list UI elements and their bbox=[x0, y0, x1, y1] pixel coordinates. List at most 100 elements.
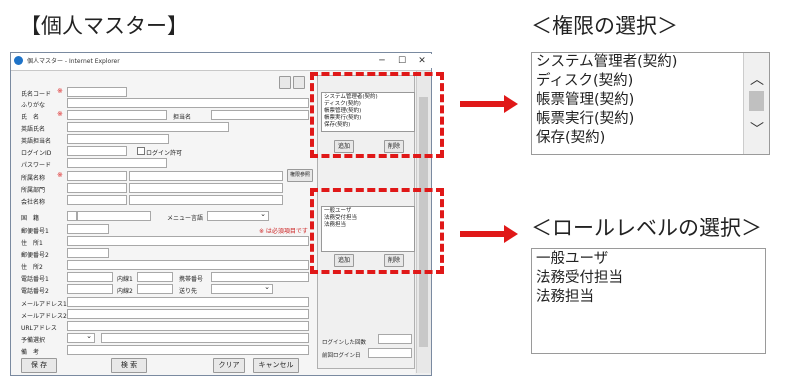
menu-language-select[interactable]: ⌄ bbox=[207, 210, 269, 221]
url-input[interactable] bbox=[67, 321, 309, 331]
clear-button[interactable]: クリア bbox=[213, 358, 245, 373]
mobile-input[interactable] bbox=[211, 272, 309, 282]
company-name-label: 会社名称 bbox=[21, 199, 46, 206]
address2-input[interactable] bbox=[67, 260, 309, 270]
send-to-select[interactable]: ⌄ bbox=[211, 283, 273, 294]
phone2-input[interactable] bbox=[67, 284, 113, 294]
role-items: 一般ユーザ 法務受付担当 法務担当 bbox=[536, 250, 756, 307]
ext1-input[interactable] bbox=[137, 272, 173, 282]
postal1-label: 郵便番号1 bbox=[21, 228, 49, 235]
english-contact-input[interactable] bbox=[67, 134, 169, 144]
email2-input[interactable] bbox=[67, 309, 309, 319]
phone2-label: 電話番号2 bbox=[21, 288, 49, 295]
chevron-down-icon: ⌄ bbox=[260, 210, 266, 218]
contact-name-input[interactable] bbox=[211, 110, 309, 120]
permission-item[interactable]: システム管理者(契約) bbox=[536, 53, 741, 72]
role-highlight-box bbox=[310, 188, 444, 274]
permission-item[interactable]: 帳票実行(契約) bbox=[536, 110, 741, 129]
email1-label: メールアドレス1 bbox=[21, 301, 67, 308]
phone1-label: 電話番号1 bbox=[21, 276, 49, 283]
company-code-input[interactable] bbox=[67, 195, 127, 205]
english-contact-label: 英語担当名 bbox=[21, 138, 52, 145]
english-name-input[interactable] bbox=[67, 122, 229, 132]
name-code-label: 氏名コード bbox=[21, 91, 52, 98]
role-item[interactable]: 法務担当 bbox=[536, 288, 756, 307]
permission-highlight-box bbox=[310, 72, 444, 158]
remarks-input[interactable] bbox=[67, 345, 309, 355]
save-button[interactable]: 保 存 bbox=[21, 358, 57, 373]
password-input[interactable] bbox=[67, 158, 167, 168]
name-code-input[interactable] bbox=[67, 87, 127, 97]
country-label: 国 籍 bbox=[21, 215, 40, 222]
required-mark: ※ bbox=[57, 171, 63, 179]
role-item[interactable]: 一般ユーザ bbox=[536, 250, 756, 269]
office-code-input[interactable] bbox=[67, 171, 127, 181]
chevron-up-icon[interactable]: ︿ bbox=[750, 69, 764, 89]
login-permit-label: ログイン許可 bbox=[146, 150, 183, 157]
permission-item[interactable]: 帳票管理(契約) bbox=[536, 91, 741, 110]
internet-explorer-icon bbox=[14, 56, 23, 65]
schedule-input[interactable] bbox=[101, 333, 309, 343]
role-list-enlarged[interactable]: 一般ユーザ 法務受付担当 法務担当 bbox=[531, 248, 766, 354]
permission-list-scrollbar[interactable]: ︿ ﹀ bbox=[743, 53, 769, 154]
permission-items: システム管理者(契約) ディスク(契約) 帳票管理(契約) 帳票実行(契約) 保… bbox=[536, 53, 741, 148]
chevron-down-icon[interactable]: ﹀ bbox=[750, 119, 764, 139]
role-arrow bbox=[460, 231, 504, 237]
login-id-input[interactable] bbox=[67, 146, 127, 156]
name-input[interactable] bbox=[67, 110, 167, 120]
english-name-label: 英語氏名 bbox=[21, 126, 46, 133]
schedule-select[interactable]: ⌄ bbox=[67, 332, 95, 343]
chevron-down-icon: ⌄ bbox=[86, 332, 92, 340]
login-permit-checkbox[interactable] bbox=[137, 147, 145, 155]
required-mark: ※ bbox=[57, 110, 63, 118]
remarks-label: 備 考 bbox=[21, 349, 40, 356]
permission-arrow-head bbox=[504, 95, 518, 113]
permission-list-enlarged[interactable]: システム管理者(契約) ディスク(契約) 帳票管理(契約) 帳票実行(契約) 保… bbox=[531, 52, 770, 155]
office-name-input[interactable] bbox=[129, 171, 283, 181]
minimize-button[interactable]: ─ bbox=[371, 54, 393, 68]
phone1-input[interactable] bbox=[67, 272, 113, 282]
window-title: 個人マスター - Internet Explorer bbox=[27, 58, 120, 65]
close-button[interactable]: ✕ bbox=[411, 54, 433, 68]
login-count-label: ログインした回数 bbox=[322, 340, 367, 346]
cancel-button[interactable]: キャンセル bbox=[253, 358, 299, 373]
ext2-label: 内線2 bbox=[117, 288, 133, 295]
postal2-label: 郵便番号2 bbox=[21, 252, 49, 259]
role-arrow-head bbox=[504, 225, 518, 243]
small-button-1[interactable] bbox=[279, 76, 291, 89]
login-count-field bbox=[378, 334, 412, 344]
permission-item[interactable]: ディスク(契約) bbox=[536, 72, 741, 91]
contact-name-label: 担当名 bbox=[173, 114, 192, 121]
maximize-button[interactable]: ☐ bbox=[391, 54, 413, 68]
last-login-field bbox=[368, 348, 412, 358]
department-name-input[interactable] bbox=[129, 183, 283, 193]
roles-heading: ＜ロールレベルの選択＞ bbox=[531, 216, 762, 240]
permissions-heading: ＜権限の選択＞ bbox=[531, 14, 678, 38]
postal1-input[interactable] bbox=[67, 224, 109, 234]
furigana-input[interactable] bbox=[67, 98, 309, 108]
url-label: URLアドレス bbox=[21, 325, 57, 332]
address1-label: 住 所1 bbox=[21, 240, 43, 247]
company-name-input[interactable] bbox=[129, 195, 283, 205]
required-mark: ※ bbox=[57, 87, 63, 95]
role-item[interactable]: 法務受付担当 bbox=[536, 269, 756, 288]
scrollbar-thumb[interactable] bbox=[749, 91, 764, 111]
country-input[interactable] bbox=[77, 211, 151, 221]
email1-input[interactable] bbox=[67, 297, 309, 307]
furigana-label: ふりがな bbox=[21, 102, 46, 109]
address1-input[interactable] bbox=[67, 236, 309, 246]
password-label: パスワード bbox=[21, 162, 52, 169]
permission-arrow bbox=[460, 101, 504, 107]
small-button-2[interactable] bbox=[293, 76, 305, 89]
search-button[interactable]: 検 索 bbox=[111, 358, 147, 373]
menu-language-label: メニュー言語 bbox=[167, 215, 204, 222]
permission-reference-button[interactable]: 権限参照 bbox=[287, 169, 313, 182]
ext2-input[interactable] bbox=[137, 284, 173, 294]
department-code-input[interactable] bbox=[67, 183, 127, 193]
login-id-label: ログインID bbox=[21, 150, 52, 157]
country-code-input[interactable] bbox=[67, 211, 77, 221]
page-heading: 【個人マスター】 bbox=[20, 14, 188, 38]
schedule-label: 予備選択 bbox=[21, 337, 46, 344]
permission-item[interactable]: 保存(契約) bbox=[536, 129, 741, 148]
postal2-input[interactable] bbox=[67, 248, 109, 258]
